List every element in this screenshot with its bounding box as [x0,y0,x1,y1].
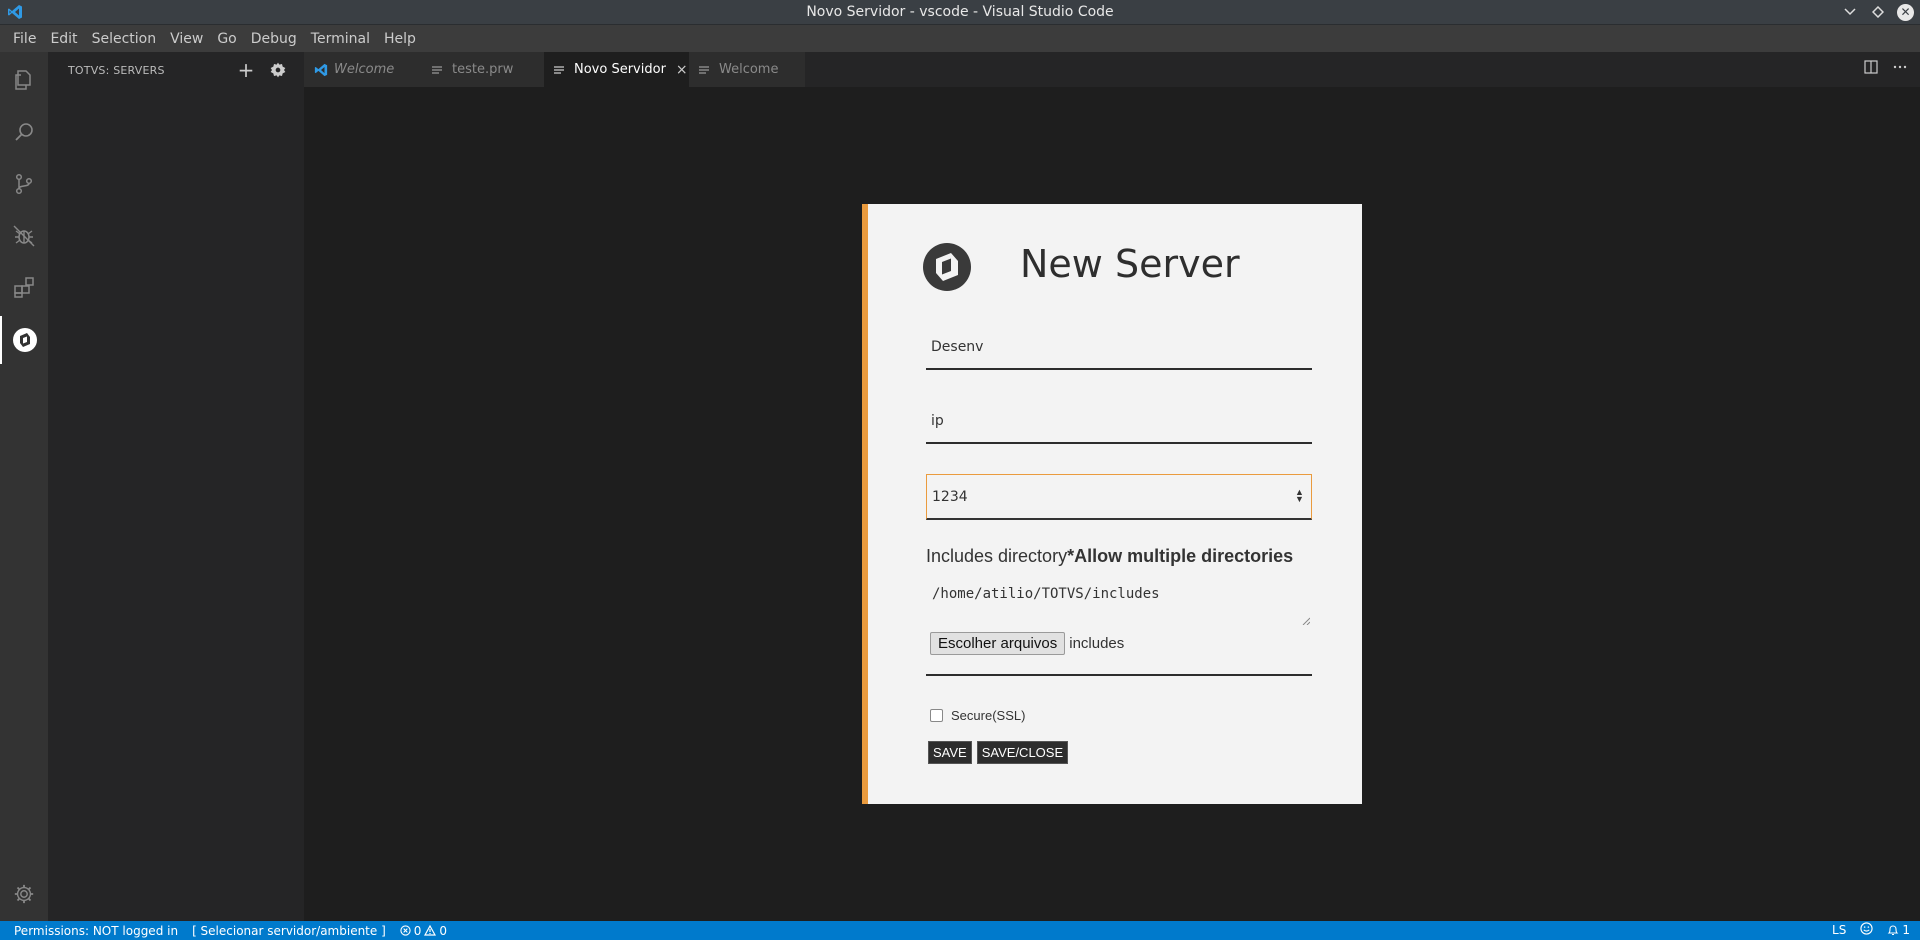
form-buttons: SAVE SAVE/CLOSE [928,741,1069,764]
maximize-icon[interactable] [1869,3,1887,21]
server-name-field [926,326,1312,370]
editor-actions [1864,60,1908,78]
menu-edit[interactable]: Edit [43,31,84,47]
menu-view[interactable]: View [163,31,210,47]
menu-go[interactable]: Go [210,31,243,47]
lines-icon [554,65,568,75]
tab-welcome[interactable]: Welcome [304,52,422,87]
save-button[interactable]: SAVE [928,741,972,764]
language-status[interactable]: LS [1832,923,1846,937]
notifications-status[interactable]: 1 [1887,923,1910,937]
server-select-status[interactable]: [ Selecionar servidor/ambiente ] [192,924,386,938]
search-icon[interactable] [0,108,48,156]
error-count: 0 [413,923,422,938]
add-server-icon[interactable]: + [234,58,258,82]
resize-grip-icon[interactable] [1302,617,1310,625]
menu-terminal[interactable]: Terminal [304,31,377,47]
tab-bar: Welcome teste.prw Novo Servidor × Welcom… [304,52,1920,87]
menu-help[interactable]: Help [377,31,423,47]
tab-teste-prw[interactable]: teste.prw [422,52,544,87]
server-port-field: ▲▼ [926,474,1312,520]
tab-welcome-2[interactable]: Welcome [689,52,805,87]
includes-note: *Allow multiple directories [1067,546,1294,566]
problems-status[interactable]: 0 0 [400,924,447,938]
warning-count: 0 [439,923,448,938]
notification-count: 1 [1902,923,1910,937]
files-icon[interactable] [0,56,48,104]
totvs-logo [923,243,971,291]
split-editor-icon[interactable] [1864,60,1878,78]
server-ip-field [926,400,1312,444]
bell-icon [1888,924,1899,935]
window-controls: ✕ [1841,3,1914,21]
more-actions-icon[interactable] [1892,60,1908,78]
choose-files-row: Escolher arquivos includes [930,632,1124,655]
ssl-row: Secure(SSL) [930,708,1025,723]
server-ip-input[interactable] [926,400,1312,442]
warning-icon [424,925,437,936]
feedback-smiley-icon[interactable] [1860,922,1873,938]
new-server-form: New Server ▲▼ Includes directory*Allow m… [862,204,1362,804]
form-heading: New Server [1020,242,1240,286]
tab-label: Welcome [719,62,779,77]
includes-label: Includes directory*Allow multiple direct… [926,546,1293,567]
includes-textarea[interactable]: /home/atilio/TOTVS/includes [926,579,1312,627]
server-port-input[interactable] [927,475,1311,518]
totvs-icon[interactable] [0,316,48,364]
lines-icon [432,65,446,75]
vscode-logo-icon [8,5,22,19]
server-name-input[interactable] [926,326,1312,368]
choose-files-button[interactable]: Escolher arquivos [930,632,1066,655]
tab-label: Welcome [334,62,395,77]
sidebar: TOTVS: SERVERS + [48,52,304,921]
close-tab-icon[interactable]: × [676,62,688,78]
settings-gear-icon[interactable] [266,58,290,82]
minimize-icon[interactable] [1841,3,1859,21]
close-window-icon[interactable]: ✕ [1897,3,1914,21]
menu-debug[interactable]: Debug [244,31,304,47]
tab-label: Novo Servidor [574,62,666,77]
debug-icon[interactable] [0,212,48,260]
manage-gear-icon[interactable] [0,870,48,918]
menu-selection[interactable]: Selection [85,31,164,47]
chosen-file-name: includes [1069,635,1125,652]
status-right: LS 1 [1832,922,1910,938]
activity-bar [0,52,48,921]
status-bar: Permissions: NOT logged in [ Selecionar … [0,921,1920,940]
error-icon [400,925,411,936]
includes-underline [926,674,1312,676]
tab-novo-servidor[interactable]: Novo Servidor × [544,52,689,87]
ssl-checkbox[interactable] [930,709,943,722]
menu-file[interactable]: File [6,31,43,47]
sidebar-title: TOTVS: SERVERS [68,64,165,77]
extensions-icon[interactable] [0,264,48,312]
vscode-icon [314,63,328,77]
includes-label-text: Includes directory [926,546,1068,566]
save-close-button[interactable]: SAVE/CLOSE [976,741,1069,764]
includes-path: /home/atilio/TOTVS/includes [932,586,1160,602]
tab-label: teste.prw [452,62,514,77]
lines-icon [699,65,713,75]
permissions-status[interactable]: Permissions: NOT logged in [14,924,178,938]
window-title: Novo Servidor - vscode - Visual Studio C… [806,4,1114,20]
port-spinner-icon[interactable]: ▲ ▼ [1295,488,1304,504]
ssl-label: Secure(SSL) [951,708,1026,723]
source-control-icon[interactable] [0,160,48,208]
title-bar: Novo Servidor - vscode - Visual Studio C… [0,0,1920,25]
menu-bar: File Edit Selection View Go Debug Termin… [0,25,1920,52]
